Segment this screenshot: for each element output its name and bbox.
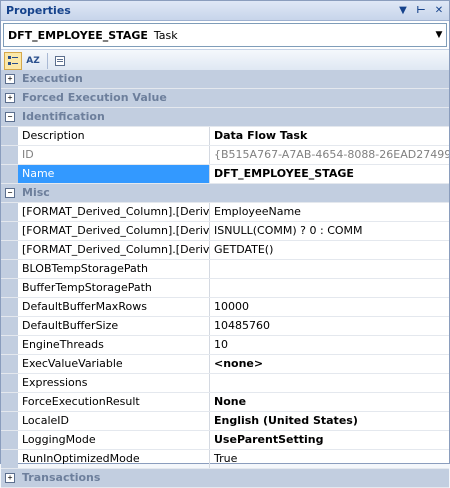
property-row[interactable]: EngineThreads 10 xyxy=(1,336,449,355)
expand-plus-icon[interactable]: + xyxy=(5,93,15,103)
category-label: Forced Execution Value xyxy=(22,91,167,104)
window-title: Properties xyxy=(6,4,71,17)
property-row[interactable]: ID {B515A767-A7AB-4654-8088-26EAD27499C6… xyxy=(1,146,449,165)
property-name: LoggingMode xyxy=(18,431,210,449)
selected-object-name: DFT_EMPLOYEE_STAGE xyxy=(8,28,148,42)
property-value[interactable]: EmployeeName xyxy=(210,203,449,221)
property-name: [FORMAT_Derived_Column].[Derived xyxy=(18,222,210,240)
category-identification[interactable]: − Identification xyxy=(1,108,449,127)
property-value[interactable] xyxy=(210,374,449,392)
property-row[interactable]: Expressions xyxy=(1,374,449,393)
property-value[interactable]: GETDATE() xyxy=(210,241,449,259)
chevron-down-icon[interactable]: ▼ xyxy=(432,25,446,45)
property-name: DefaultBufferSize xyxy=(18,317,210,335)
close-icon[interactable]: ✕ xyxy=(431,3,447,19)
window-position-dropdown-icon[interactable]: ▼ xyxy=(395,3,411,19)
property-name: DefaultBufferMaxRows xyxy=(18,298,210,316)
property-name: [FORMAT_Derived_Column].[Derived xyxy=(18,203,210,221)
property-value[interactable]: 10000 xyxy=(210,298,449,316)
category-misc[interactable]: − Misc xyxy=(1,184,449,203)
property-value[interactable] xyxy=(210,260,449,278)
title-bar: Properties ▼ ⊢ ✕ xyxy=(1,1,449,21)
property-grid: + Execution + Forced Execution Value − I… xyxy=(1,70,449,488)
selected-object-type: Task xyxy=(153,28,178,42)
property-row[interactable]: LocaleID English (United States) xyxy=(1,412,449,431)
property-value[interactable]: UseParentSetting xyxy=(210,431,449,449)
property-row[interactable]: LoggingMode UseParentSetting xyxy=(1,431,449,450)
property-name: ExecValueVariable xyxy=(18,355,210,373)
property-name: LocaleID xyxy=(18,412,210,430)
property-name: Description xyxy=(18,127,210,145)
property-value[interactable]: True xyxy=(210,450,449,468)
property-row-selected[interactable]: Name DFT_EMPLOYEE_STAGE xyxy=(1,165,449,184)
property-row[interactable]: Description Data Flow Task xyxy=(1,127,449,146)
property-name: ForceExecutionResult xyxy=(18,393,210,411)
property-pages-icon[interactable] xyxy=(51,52,69,70)
property-value[interactable]: Data Flow Task xyxy=(210,127,449,145)
property-row[interactable]: DefaultBufferMaxRows 10000 xyxy=(1,298,449,317)
category-execution[interactable]: + Execution xyxy=(1,70,449,89)
collapse-minus-icon[interactable]: − xyxy=(5,188,15,198)
expand-plus-icon[interactable]: + xyxy=(5,473,15,483)
categorized-icon[interactable] xyxy=(4,52,22,70)
property-name: ID xyxy=(18,146,210,164)
property-value[interactable]: English (United States) xyxy=(210,412,449,430)
property-name: BLOBTempStoragePath xyxy=(18,260,210,278)
property-value[interactable]: None xyxy=(210,393,449,411)
property-name: RunInOptimizedMode xyxy=(18,450,210,468)
property-name: BufferTempStoragePath xyxy=(18,279,210,297)
property-value[interactable]: DFT_EMPLOYEE_STAGE xyxy=(210,165,449,183)
property-value[interactable]: {B515A767-A7AB-4654-8088-26EAD27499C6} xyxy=(210,146,449,164)
property-row[interactable]: [FORMAT_Derived_Column].[Derived GETDATE… xyxy=(1,241,449,260)
property-value[interactable]: <none> xyxy=(210,355,449,373)
property-row[interactable]: [FORMAT_Derived_Column].[Derived Employe… xyxy=(1,203,449,222)
property-value[interactable]: 10 xyxy=(210,336,449,354)
toolbar-separator xyxy=(47,53,48,69)
property-name: [FORMAT_Derived_Column].[Derived xyxy=(18,241,210,259)
collapse-minus-icon[interactable]: − xyxy=(5,112,15,122)
category-label: Execution xyxy=(22,72,83,85)
property-value[interactable] xyxy=(210,279,449,297)
alphabetical-sort-icon[interactable]: AZ xyxy=(24,52,42,70)
category-forced-execution-value[interactable]: + Forced Execution Value xyxy=(1,89,449,108)
property-row[interactable]: RunInOptimizedMode True xyxy=(1,450,449,469)
expand-plus-icon[interactable]: + xyxy=(5,74,15,84)
property-row[interactable]: DefaultBufferSize 10485760 xyxy=(1,317,449,336)
object-selector[interactable]: DFT_EMPLOYEE_STAGE Task ▼ xyxy=(3,23,447,47)
property-name: Expressions xyxy=(18,374,210,392)
pin-icon[interactable]: ⊢ xyxy=(413,3,429,19)
properties-window: Properties ▼ ⊢ ✕ DFT_EMPLOYEE_STAGE Task… xyxy=(0,0,450,488)
category-transactions[interactable]: + Transactions xyxy=(1,469,449,488)
property-row[interactable]: BufferTempStoragePath xyxy=(1,279,449,298)
property-name: EngineThreads xyxy=(18,336,210,354)
property-name: Name xyxy=(18,165,210,183)
category-label: Misc xyxy=(22,186,50,199)
property-row[interactable]: BLOBTempStoragePath xyxy=(1,260,449,279)
property-value[interactable]: ISNULL(COMM) ? 0 : COMM xyxy=(210,222,449,240)
category-label: Identification xyxy=(22,110,105,123)
property-row[interactable]: [FORMAT_Derived_Column].[Derived ISNULL(… xyxy=(1,222,449,241)
property-value[interactable]: 10485760 xyxy=(210,317,449,335)
property-row[interactable]: ExecValueVariable <none> xyxy=(1,355,449,374)
property-row[interactable]: ForceExecutionResult None xyxy=(1,393,449,412)
category-label: Transactions xyxy=(22,471,101,484)
